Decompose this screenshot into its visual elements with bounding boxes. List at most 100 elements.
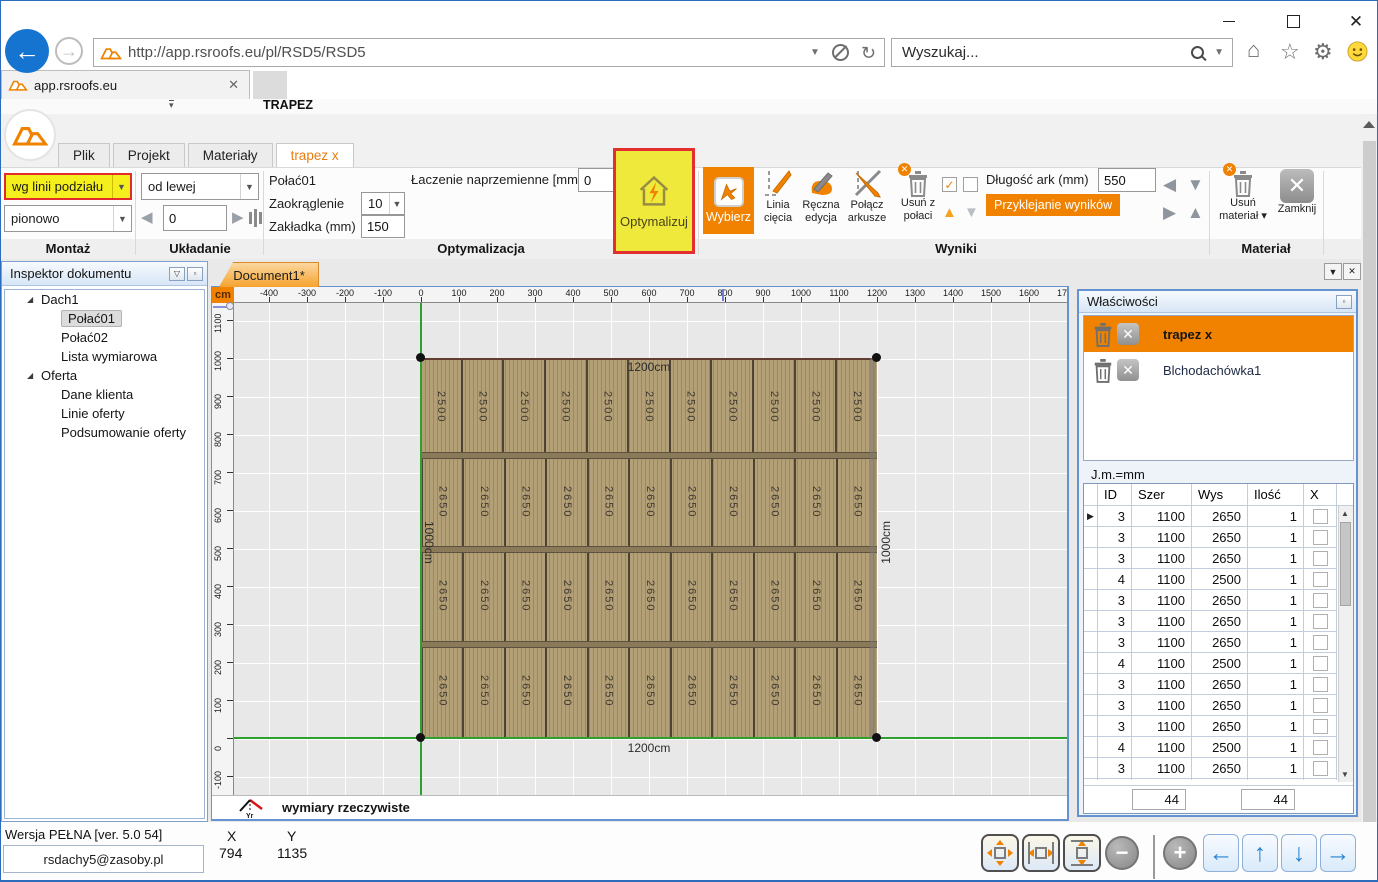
feedback-smiley-icon[interactable] xyxy=(1347,41,1368,62)
offset-decrease-icon[interactable]: ◀ xyxy=(141,210,153,225)
header-cell-ID[interactable]: ID xyxy=(1098,484,1132,505)
refresh-icon[interactable]: ↻ xyxy=(861,44,876,62)
favorites-star-icon[interactable]: ☆ xyxy=(1280,41,1300,63)
roof-slope-drawing[interactable]: 2500250025002500250025002500250025002500… xyxy=(421,358,877,738)
remove-material-button[interactable]: ✕ Usuń materiał ▾ xyxy=(1215,169,1271,222)
roof-sheet[interactable]: 2650 xyxy=(753,549,794,644)
address-dropdown-icon[interactable]: ▼ xyxy=(810,47,820,58)
cut-line-button[interactable]: Linia cięcia xyxy=(757,169,799,224)
table-row[interactable]: 3110026501 xyxy=(1084,695,1337,716)
home-icon[interactable]: ⌂ xyxy=(1247,39,1260,61)
window-maximize-button[interactable] xyxy=(1273,11,1313,31)
table-scroll-thumb[interactable] xyxy=(1340,522,1351,606)
search-box[interactable]: Wyszukaj... ▼ xyxy=(891,38,1233,67)
corner-handle[interactable] xyxy=(416,353,425,362)
inspector-header[interactable]: Inspektor dokumentu ▽ ▫ xyxy=(2,262,207,286)
settings-gear-icon[interactable]: ⚙ xyxy=(1313,41,1333,63)
alt-join-input[interactable]: 0 xyxy=(578,168,614,192)
corner-handle[interactable] xyxy=(872,733,881,742)
unit-badge[interactable]: cm xyxy=(212,287,234,303)
roof-sheet[interactable]: 2500 xyxy=(752,360,794,455)
orientation-combo[interactable]: pionowo ▼ xyxy=(4,205,132,232)
table-row[interactable]: 4110025001 xyxy=(1084,653,1337,674)
material-trash-button[interactable] xyxy=(1092,357,1114,383)
offset-input[interactable]: 0 xyxy=(163,205,227,231)
search-icon[interactable] xyxy=(1191,46,1204,59)
arrow-left-icon[interactable]: ◀ xyxy=(1163,176,1176,193)
row-checkbox[interactable] xyxy=(1313,677,1328,692)
table-row[interactable]: 3110026501 xyxy=(1084,779,1337,780)
pan-down-button[interactable]: ↓ xyxy=(1281,834,1317,872)
account-box[interactable]: rsdachy5@zasoby.pl xyxy=(3,845,204,873)
table-row[interactable]: 3110026501 xyxy=(1084,527,1337,548)
app-logo[interactable] xyxy=(4,109,56,161)
material-remove-button[interactable]: ✕ xyxy=(1117,359,1139,381)
properties-header[interactable]: Właściwości ▫ xyxy=(1079,291,1356,313)
header-cell-Ilość[interactable]: Ilość xyxy=(1248,484,1304,505)
doc-area-close-button[interactable]: ✕ xyxy=(1343,263,1361,280)
row-checkbox[interactable] xyxy=(1313,551,1328,566)
ribbon-tab-Plik[interactable]: Plik xyxy=(58,143,110,167)
chevron-down-icon[interactable]: ▼ xyxy=(240,174,258,199)
total-width-box[interactable]: 44 xyxy=(1132,789,1186,810)
row-checkbox[interactable] xyxy=(1313,719,1328,734)
pan-up-button[interactable]: ↑ xyxy=(1242,834,1278,872)
window-close-button[interactable]: ✕ xyxy=(1336,11,1376,31)
table-row[interactable]: 4110025001 xyxy=(1084,569,1337,590)
table-row[interactable]: 3110026501 xyxy=(1084,632,1337,653)
properties-minimize-icon[interactable]: ▫ xyxy=(1336,295,1352,309)
roof-sheet[interactable]: 2650 xyxy=(587,455,628,550)
stop-icon[interactable] xyxy=(832,44,849,61)
roof-sheet[interactable]: 2650 xyxy=(711,644,752,739)
roof-sheet[interactable]: 2650 xyxy=(711,455,752,550)
material-row-trapez-x[interactable]: ✕trapez x xyxy=(1084,316,1353,352)
roof-sheet[interactable]: 2650 xyxy=(504,549,545,644)
offset-increase-icon[interactable]: ▶ xyxy=(232,210,244,225)
division-mode-combo[interactable]: wg linii podziału ▼ xyxy=(4,173,132,200)
snap-results-button[interactable]: Przyklejanie wyników xyxy=(986,194,1120,216)
chevron-down-icon[interactable]: ▼ xyxy=(389,193,404,214)
table-row[interactable]: 3110026501 xyxy=(1084,590,1337,611)
tree-item-Oferta[interactable]: ◢Oferta xyxy=(5,366,204,385)
ribbon-tab-Materiały[interactable]: Materiały xyxy=(188,143,273,167)
row-checkbox[interactable] xyxy=(1313,635,1328,650)
roof-sheet[interactable]: 2650 xyxy=(462,549,503,644)
select-all-checkbox[interactable]: ✓ xyxy=(942,177,957,192)
search-dropdown-icon[interactable]: ▼ xyxy=(1214,47,1224,58)
fit-height-button[interactable] xyxy=(1063,834,1101,872)
roof-sheet[interactable]: 2500 xyxy=(502,360,544,455)
roof-sheet[interactable]: 2500 xyxy=(794,360,836,455)
roof-sheet[interactable]: 2650 xyxy=(711,549,752,644)
roof-sheet[interactable]: 2650 xyxy=(628,644,669,739)
tree-expander-icon[interactable]: ◢ xyxy=(27,371,33,380)
zoom-out-button[interactable]: − xyxy=(1105,836,1139,870)
header-cell-Szer[interactable]: Szer xyxy=(1132,484,1192,505)
inspector-minimize-icon[interactable]: ▫ xyxy=(187,267,203,281)
address-bar[interactable]: http://app.rsroofs.eu/pl/RSD5/RSD5 ▼ ↻ xyxy=(93,38,885,67)
scroll-up-icon[interactable]: ▲ xyxy=(1341,509,1349,518)
new-tab-button[interactable] xyxy=(253,71,287,99)
table-row[interactable]: 3110026501 xyxy=(1084,674,1337,695)
pan-right-button[interactable]: → xyxy=(1320,834,1356,872)
move-up-icon[interactable]: ▲ xyxy=(942,205,957,220)
roof-sheet[interactable]: 2650 xyxy=(794,644,835,739)
join-sheets-button[interactable]: Połącz arkusze xyxy=(843,169,891,224)
window-minimize-button[interactable] xyxy=(1209,11,1249,31)
close-material-button[interactable]: ✕ Zamknij xyxy=(1273,169,1321,216)
row-checkbox[interactable] xyxy=(1313,698,1328,713)
roof-sheet[interactable]: 2500 xyxy=(544,360,586,455)
tree-item-Dach1[interactable]: ◢Dach1 xyxy=(5,290,204,309)
ribbon-tab-Projekt[interactable]: Projekt xyxy=(113,143,185,167)
table-row[interactable]: 3110026501 xyxy=(1084,716,1337,737)
panel-collapse-icon[interactable]: ▾ xyxy=(169,100,174,111)
browser-back-button[interactable]: ← xyxy=(5,29,49,73)
roof-sheet[interactable]: 2650 xyxy=(670,549,711,644)
roof-sheet[interactable]: 2650 xyxy=(545,549,586,644)
chevron-down-icon[interactable]: ▼ xyxy=(113,206,131,231)
scroll-down-icon[interactable]: ▼ xyxy=(1341,770,1349,779)
row-checkbox[interactable] xyxy=(1313,761,1328,776)
row-checkbox[interactable] xyxy=(1313,572,1328,587)
roof-sheet[interactable]: 2500 xyxy=(710,360,752,455)
select-none-checkbox[interactable]: ✓ xyxy=(963,177,978,192)
roof-sheet[interactable]: 2650 xyxy=(670,644,711,739)
